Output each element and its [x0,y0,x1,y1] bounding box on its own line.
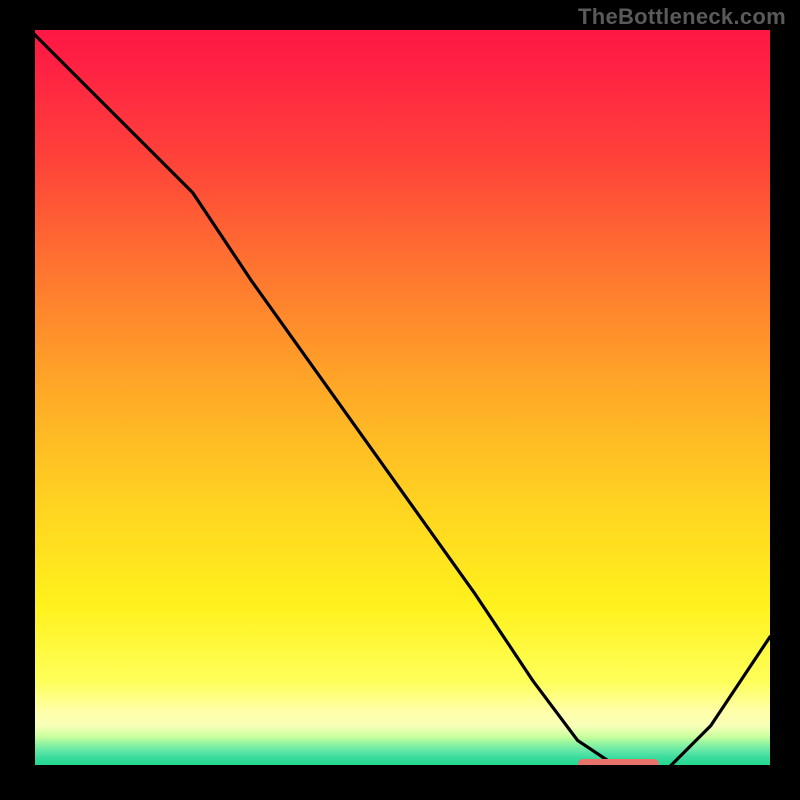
curve-path [30,30,770,770]
plot-container [30,30,770,770]
optimum-marker [578,759,659,769]
watermark-text: TheBottleneck.com [578,4,786,30]
bottleneck-curve [30,30,770,770]
chart-frame: TheBottleneck.com [0,0,800,800]
